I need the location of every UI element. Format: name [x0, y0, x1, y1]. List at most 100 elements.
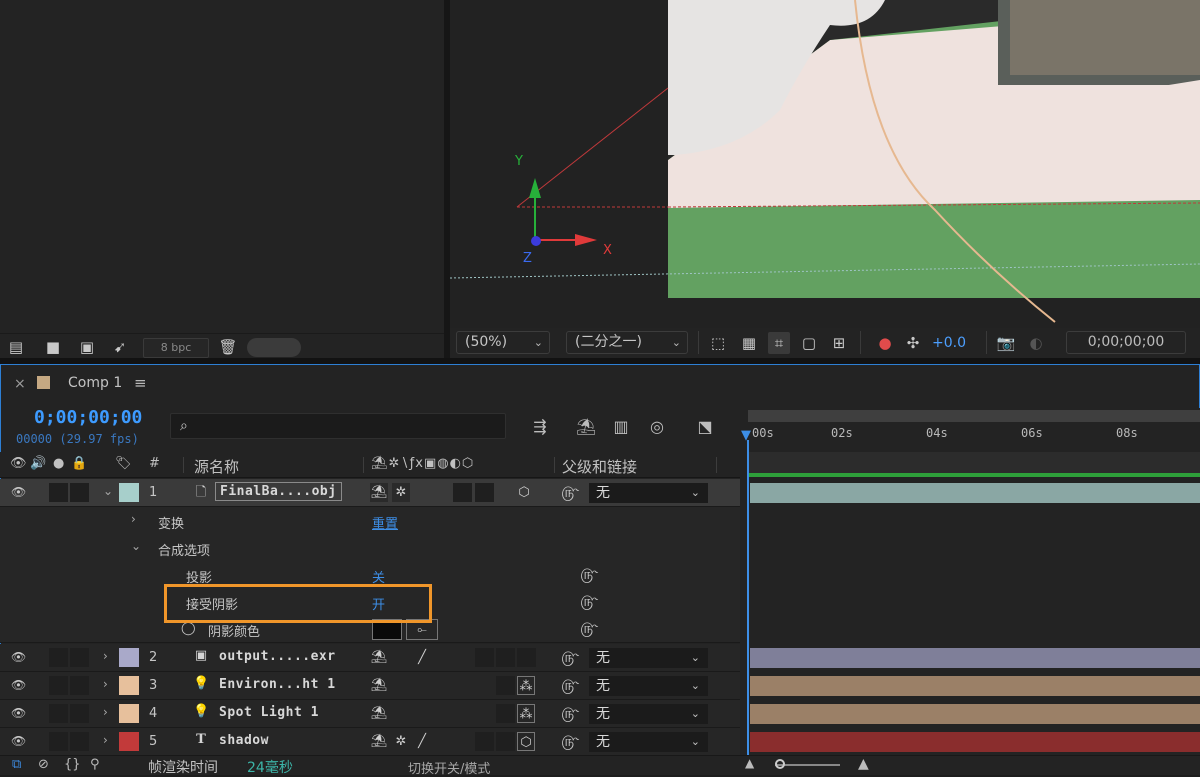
- quality-switch-icon[interactable]: ╱: [413, 732, 431, 751]
- new-composition-icon[interactable]: ▣: [77, 338, 97, 356]
- quality-switch-icon[interactable]: ╱: [413, 648, 431, 667]
- audio-switch-icon[interactable]: 🔊: [30, 456, 46, 471]
- switch-toggle[interactable]: [496, 704, 515, 723]
- shy-switch-icon[interactable]: ⛱: [370, 732, 388, 751]
- transform-reset-link[interactable]: 重置: [372, 513, 398, 532]
- trash-icon[interactable]: 🗑: [218, 338, 238, 356]
- chevron-right-icon[interactable]: ›: [103, 677, 108, 691]
- collapse-switch-icon[interactable]: ✲: [392, 732, 410, 751]
- pick-whip-icon[interactable]: ௹: [580, 592, 598, 612]
- pick-whip-icon[interactable]: ௹: [580, 565, 598, 585]
- solo-toggle[interactable]: [49, 732, 68, 751]
- chevron-right-icon[interactable]: ›: [103, 705, 108, 719]
- lock-toggle[interactable]: [70, 483, 89, 502]
- lock-switch-icon[interactable]: 🔒: [71, 456, 87, 471]
- transparency-grid-icon[interactable]: ▦: [738, 332, 760, 354]
- 3d-layer-icon[interactable]: ⬡: [515, 483, 533, 502]
- layer-name[interactable]: FinalBa....obj: [215, 482, 342, 501]
- in-out-panes-icon[interactable]: {}: [64, 757, 81, 772]
- parent-dropdown[interactable]: 无 ⌄: [589, 704, 708, 724]
- layer-label-color[interactable]: [119, 648, 139, 667]
- 3d-renderer-icon[interactable]: ⁂: [517, 704, 535, 723]
- eye-icon[interactable]: 👁: [11, 651, 26, 663]
- solo-toggle[interactable]: [49, 676, 68, 695]
- comp-mini-flowchart-icon[interactable]: ⧉: [12, 757, 21, 772]
- fast-preview-icon[interactable]: ⬚: [707, 332, 729, 354]
- lock-toggle[interactable]: [70, 676, 89, 695]
- layer-name[interactable]: Environ...ht 1: [219, 677, 336, 692]
- switch-toggle[interactable]: [496, 648, 515, 667]
- layer-duration-bar-3[interactable]: [750, 676, 1200, 696]
- layer-search-input[interactable]: [170, 413, 506, 439]
- eye-icon[interactable]: 👁: [11, 486, 26, 498]
- zoom-in-icon[interactable]: ▲: [858, 756, 869, 772]
- layer-duration-bar-4[interactable]: [750, 704, 1200, 724]
- pick-whip-icon[interactable]: ௹: [580, 619, 598, 639]
- solo-toggle[interactable]: [49, 648, 68, 667]
- pick-whip-icon[interactable]: ௹: [561, 648, 579, 668]
- motion-blur-icon[interactable]: ◎: [645, 415, 669, 439]
- switch-toggle[interactable]: [496, 732, 515, 751]
- source-name-header[interactable]: 源名称: [194, 456, 239, 477]
- shy-switch-icon[interactable]: ⛱: [370, 648, 388, 667]
- parent-dropdown[interactable]: 无 ⌄: [589, 732, 708, 752]
- toggle-switches-modes-button[interactable]: 切换开关/模式: [408, 758, 490, 777]
- stopwatch-icon[interactable]: ◯: [181, 621, 196, 636]
- lock-toggle[interactable]: [70, 732, 89, 751]
- shy-switch-icon[interactable]: ⛱: [370, 676, 388, 695]
- switch-toggle[interactable]: [453, 483, 472, 502]
- parent-dropdown[interactable]: 无 ⌄: [589, 483, 708, 503]
- layer-row-4[interactable]: 👁 › 4 💡 Spot Light 1 ⛱ ⁂ ௹ 无 ⌄: [0, 700, 740, 728]
- zoom-out-icon[interactable]: ▲: [745, 756, 754, 770]
- collapse-switch-icon[interactable]: ✲: [392, 483, 410, 502]
- grid-guides-icon[interactable]: ⊞: [828, 332, 850, 354]
- color-channels-icon[interactable]: ●: [874, 332, 896, 354]
- pick-whip-icon[interactable]: ௹: [561, 704, 579, 724]
- parent-dropdown[interactable]: 无 ⌄: [589, 648, 708, 668]
- switch-toggle[interactable]: [475, 732, 494, 751]
- tab-comp-name[interactable]: Comp 1: [68, 375, 122, 391]
- eye-icon[interactable]: 👁: [11, 707, 26, 719]
- eye-icon[interactable]: 👁: [11, 679, 26, 691]
- project-scrollbar[interactable]: [247, 338, 301, 357]
- layer-label-color[interactable]: [119, 732, 139, 751]
- layer-row-3[interactable]: 👁 › 3 💡 Environ...ht 1 ⛱ ⁂ ௹ 无 ⌄: [0, 672, 740, 700]
- lock-toggle[interactable]: [70, 704, 89, 723]
- shy-switch-icon[interactable]: ⛱: [370, 704, 388, 723]
- layer-name[interactable]: output.....exr: [219, 649, 336, 664]
- chevron-right-icon[interactable]: ›: [103, 649, 108, 663]
- bit-depth-button[interactable]: 8 bpc: [143, 338, 209, 358]
- property-row-transform[interactable]: › 变换 重置: [0, 507, 740, 535]
- composition-flowchart-icon[interactable]: ⇶: [528, 415, 552, 439]
- camera-snapshot-icon[interactable]: 📷: [995, 332, 1017, 354]
- resolution-dropdown[interactable]: (二分之一) ⌄: [566, 331, 688, 354]
- switch-toggle[interactable]: [475, 648, 494, 667]
- exposure-value[interactable]: +0.0: [932, 332, 966, 354]
- layer-switches-icon[interactable]: ⊘: [38, 757, 49, 772]
- eye-icon[interactable]: 👁: [11, 735, 26, 747]
- parent-dropdown[interactable]: 无 ⌄: [589, 676, 708, 696]
- region-of-interest-icon[interactable]: ▢: [798, 332, 820, 354]
- show-snapshot-icon[interactable]: ◐: [1025, 332, 1047, 354]
- layer-duration-bar-5[interactable]: [750, 732, 1200, 752]
- mask-path-icon[interactable]: ⌗: [768, 332, 790, 354]
- interpret-footage-icon[interactable]: ▤: [6, 338, 26, 356]
- parent-link-header[interactable]: 父级和链接: [562, 456, 637, 477]
- color-management-icon[interactable]: ✣: [902, 332, 924, 354]
- frame-blending-icon[interactable]: ▥: [609, 415, 633, 439]
- label-tag-icon[interactable]: 🏷: [115, 456, 132, 471]
- composition-viewer[interactable]: Y X Z: [450, 0, 1200, 328]
- zoom-dropdown[interactable]: (50%) ⌄: [456, 331, 550, 354]
- switch-toggle[interactable]: [517, 648, 536, 667]
- chevron-right-icon[interactable]: ›: [131, 512, 136, 526]
- layer-duration-bar-2[interactable]: [750, 648, 1200, 668]
- 3d-renderer-icon[interactable]: ⁂: [517, 676, 535, 695]
- layer-name[interactable]: Spot Light 1: [219, 705, 319, 720]
- solo-switch-icon[interactable]: ●: [53, 456, 64, 471]
- close-icon[interactable]: ×: [14, 376, 26, 392]
- viewer-timecode[interactable]: 0;00;00;00: [1066, 331, 1186, 354]
- playhead-line[interactable]: [747, 440, 749, 755]
- property-row-geometry[interactable]: ⌄ 合成选项: [0, 534, 740, 562]
- chevron-down-icon[interactable]: ⌄: [131, 539, 141, 553]
- zoom-slider-handle[interactable]: [775, 759, 785, 769]
